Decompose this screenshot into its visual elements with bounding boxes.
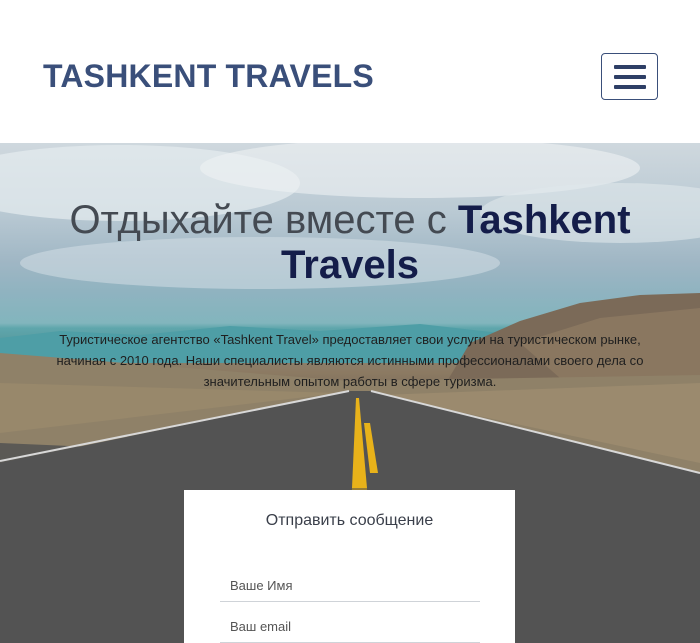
hamburger-menu-icon-bar bbox=[613, 74, 646, 79]
hamburger-menu-icon bbox=[613, 64, 646, 69]
hero-title: Отдыхайте вместе с Tashkent Travels bbox=[0, 198, 700, 288]
contact-form: Отправить сообщение bbox=[184, 490, 515, 643]
name-input[interactable] bbox=[220, 570, 480, 602]
hero-section: Отдыхайте вместе с Tashkent Travels Тури… bbox=[0, 143, 700, 643]
hamburger-menu-button[interactable] bbox=[601, 53, 658, 100]
brand-logo-text[interactable]: TASHKENT TRAVELS bbox=[43, 58, 374, 95]
site-header: TASHKENT TRAVELS bbox=[0, 0, 700, 143]
email-input[interactable] bbox=[220, 611, 480, 643]
hero-description: Туристическое агентство «Tashkent Travel… bbox=[56, 332, 644, 389]
hero-title-brand-first: Tashkent bbox=[457, 198, 631, 242]
hero-title-light: Отдыхайте вместе с bbox=[69, 198, 458, 242]
contact-form-title: Отправить сообщение bbox=[265, 512, 434, 529]
hero-title-brand-second: Travels bbox=[281, 243, 419, 287]
hamburger-menu-icon-bar bbox=[613, 84, 646, 89]
